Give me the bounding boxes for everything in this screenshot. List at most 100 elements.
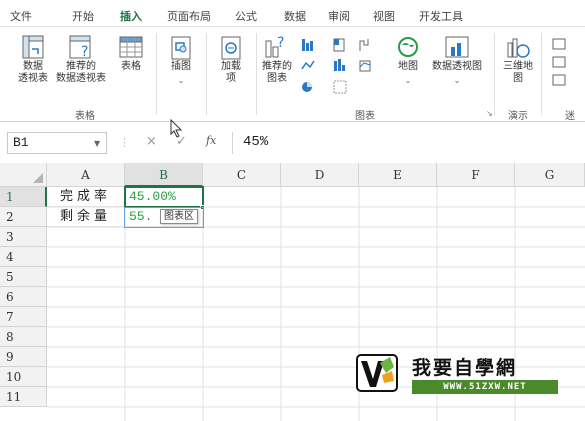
pivot-chart-label: 数据透视图: [432, 61, 482, 72]
row-header-4[interactable]: 4: [0, 247, 47, 267]
watermark-title: 我要自學網: [412, 357, 518, 379]
map-label: 地图: [398, 61, 418, 72]
svg-text:?: ?: [81, 44, 88, 60]
column-header-e[interactable]: E: [359, 163, 437, 187]
pivot-chart-button[interactable]: 数据透视图 ⌄: [428, 35, 486, 86]
chevron-down-icon: ⌄: [177, 76, 185, 85]
column-header-b[interactable]: B: [125, 163, 203, 187]
group-divider: [256, 33, 257, 115]
3d-map-label: 三维地: [503, 61, 533, 72]
group-divider: [494, 33, 495, 115]
map-button[interactable]: 地图 ⌄: [393, 35, 423, 86]
line-chart-icon: [301, 60, 315, 70]
table-button[interactable]: 表格: [114, 35, 148, 73]
row-header-8[interactable]: 8: [0, 327, 47, 347]
sparklines-gallery[interactable]: [551, 37, 581, 91]
pivot-table-button[interactable]: 数据 透视表: [16, 35, 50, 85]
recommended-charts-icon: ?: [265, 35, 284, 58]
column-header-c[interactable]: C: [203, 163, 281, 187]
3d-map-button[interactable]: 三维地 图: [502, 35, 534, 85]
waterfall-chart-icon: [359, 39, 369, 51]
tab-data[interactable]: 数据: [284, 8, 306, 24]
statistic-chart-icon: [334, 59, 345, 71]
recommended-charts-label: 推荐的: [262, 61, 292, 72]
cell-a2[interactable]: 剩余量: [47, 207, 125, 227]
tables-group-label: 表格: [75, 111, 95, 122]
recommended-pivot-button[interactable]: ? 推荐的 数据透视表: [52, 35, 110, 85]
addins-button[interactable]: 加载 项: [214, 35, 248, 85]
cell-b1[interactable]: 45.00%: [125, 187, 203, 207]
row-header-1[interactable]: 1: [0, 187, 47, 207]
cell-a1[interactable]: 完成率: [47, 187, 125, 207]
recommended-pivot-icon: ?: [69, 35, 91, 60]
column-header-d[interactable]: D: [281, 163, 359, 187]
pie-chart-icon: [302, 82, 312, 92]
watermark-url: WWW.51ZXW.NET: [412, 380, 558, 394]
dialog-launcher-icon[interactable]: ↘: [486, 109, 493, 118]
watermark: 我要自學網 WWW.51ZXW.NET: [356, 353, 558, 397]
3d-map-label-2: 图: [513, 73, 523, 84]
tours-group-label: 演示: [508, 111, 528, 122]
svg-text:?: ?: [277, 35, 284, 51]
pivot-table-icon: [22, 35, 44, 59]
recommended-pivot-label: 推荐的: [66, 61, 96, 72]
insert-function-icon[interactable]: fx: [206, 134, 216, 147]
tab-developer[interactable]: 开发工具: [419, 8, 463, 24]
charts-group-label: 图表: [355, 111, 375, 122]
formula-bar: B1 ▼ ⋮ × ✓ fx 45%: [0, 128, 585, 158]
addins-label-2: 项: [226, 73, 236, 84]
column-header-g[interactable]: G: [515, 163, 585, 187]
tab-page-layout[interactable]: 页面布局: [167, 8, 211, 24]
select-all-button[interactable]: [0, 163, 47, 187]
pivot-table-label-2: 透视表: [18, 73, 48, 84]
pivot-chart-icon: [445, 36, 469, 58]
addins-icon: [221, 36, 241, 60]
chevron-down-icon: ⌄: [453, 76, 461, 85]
group-divider: [156, 33, 157, 115]
recommended-charts-button[interactable]: ? 推荐的 图表: [259, 35, 295, 85]
row-header-9[interactable]: 9: [0, 347, 47, 367]
table-icon: [119, 36, 143, 58]
illustrations-button[interactable]: 插图 ⌄: [164, 35, 198, 86]
tab-insert[interactable]: 插入: [118, 8, 144, 30]
hierarchy-chart-icon: [333, 38, 345, 52]
row-header-10[interactable]: 10: [0, 367, 47, 387]
recommended-charts-label-2: 图表: [267, 73, 287, 84]
row-header-3[interactable]: 3: [0, 227, 47, 247]
cancel-icon[interactable]: ×: [146, 134, 157, 149]
recommended-pivot-label-2: 数据透视表: [56, 73, 106, 84]
tab-review[interactable]: 审阅: [328, 8, 350, 24]
row-header-7[interactable]: 7: [0, 307, 47, 327]
fill-handle[interactable]: [200, 205, 205, 210]
tab-file[interactable]: 文件: [10, 8, 32, 24]
select-all-icon: [33, 173, 43, 183]
formula-separator: ⋮: [119, 136, 130, 149]
group-divider: [541, 33, 542, 115]
row-header-11[interactable]: 11: [0, 387, 47, 407]
tab-formulas[interactable]: 公式: [235, 8, 257, 24]
tab-home[interactable]: 开始: [72, 8, 94, 24]
scatter-chart-icon: [333, 80, 347, 94]
table-label: 表格: [121, 61, 141, 72]
addins-label: 加载: [221, 61, 241, 72]
column-chart-icon: [302, 39, 313, 51]
chart-area-tooltip: 图表区: [160, 209, 198, 224]
sparklines-group-label: 迷: [565, 111, 575, 122]
pivot-table-label: 数据: [23, 61, 43, 72]
formula-input[interactable]: 45%: [232, 132, 582, 154]
ribbon: 数据 透视表 ? 推荐的 数据透视表 表格 表格 插图 ⌄ 加载 项 ? 推荐的…: [0, 26, 585, 122]
combo-chart-icon: [359, 60, 371, 72]
name-box[interactable]: B1: [7, 132, 107, 154]
row-header-6[interactable]: 6: [0, 287, 47, 307]
chevron-down-icon[interactable]: ▼: [94, 139, 100, 148]
column-header-f[interactable]: F: [437, 163, 515, 187]
3d-map-icon: [507, 38, 530, 58]
column-header-a[interactable]: A: [47, 163, 125, 187]
chart-type-gallery[interactable]: [298, 35, 394, 99]
group-divider: [206, 33, 207, 115]
row-header-5[interactable]: 5: [0, 267, 47, 287]
menu-bar: 文件 开始 插入 页面布局 公式 数据 审阅 视图 开发工具: [0, 0, 585, 30]
tab-view[interactable]: 视图: [373, 8, 395, 24]
row-header-2[interactable]: 2: [0, 207, 47, 227]
mouse-cursor-icon: [170, 119, 183, 138]
